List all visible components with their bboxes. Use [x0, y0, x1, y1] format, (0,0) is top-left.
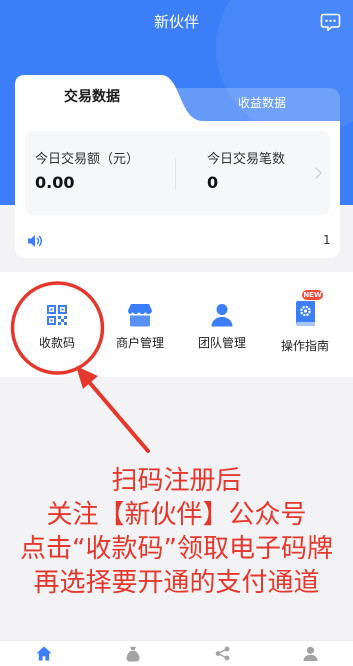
tab-label: 收益数据	[237, 96, 286, 110]
nav-profile[interactable]	[290, 641, 330, 666]
action-operation-guide[interactable]: NEW 操作指南	[265, 272, 345, 377]
new-badge: NEW	[302, 290, 323, 300]
action-team-management[interactable]: 团队管理	[182, 272, 262, 377]
stat-label-today-count: 今日交易笔数	[207, 152, 286, 167]
annotation-text: 扫码注册后 关注【新伙伴】公众号 点击“收款码”领取电子码牌 再选择要开通的支付…	[0, 464, 353, 600]
tab-transaction-data[interactable]: 交易数据	[15, 75, 205, 121]
nav-earnings[interactable]	[113, 641, 153, 666]
tab-label: 交易数据	[64, 89, 120, 105]
home-icon	[36, 646, 52, 666]
data-tabs: 收益数据 交易数据	[15, 75, 340, 121]
action-label: 收款码	[38, 336, 75, 350]
action-label: 商户管理	[115, 336, 164, 350]
annotation-line: 点击“收款码”领取电子码牌	[20, 534, 333, 564]
user-icon	[303, 646, 318, 666]
action-label: 团队管理	[197, 336, 246, 350]
stat-value-today-count: 0	[207, 173, 219, 192]
team-icon	[182, 303, 262, 327]
page-title: 新伙伴	[153, 13, 199, 31]
message-icon	[320, 13, 341, 32]
notice-text: 1	[323, 233, 331, 247]
share-icon	[215, 646, 230, 666]
annotation-line: 再选择要开通的支付通道	[33, 568, 320, 598]
bottom-nav	[0, 640, 353, 666]
stats-card: 今日交易额（元） 0.00 今日交易笔数 0 1	[15, 121, 340, 258]
chevron-right-icon	[315, 167, 322, 179]
stat-label-today-amount: 今日交易额（元）	[35, 152, 140, 167]
guide-book-icon	[265, 300, 345, 327]
arrow-shaft	[88, 381, 150, 453]
message-button[interactable]	[320, 13, 341, 32]
nav-share[interactable]	[202, 641, 242, 666]
stats-panel[interactable]: 今日交易额（元） 0.00 今日交易笔数 0	[25, 131, 330, 215]
annotation-line: 关注【新伙伴】公众号	[46, 500, 307, 530]
quick-actions: 收款码 商户管理 团队管理 NEW 操作指南	[0, 272, 353, 377]
nav-home[interactable]	[24, 641, 64, 666]
app-screen: { "header": {"title": "新伙伴", "message_ic…	[0, 0, 353, 666]
notice-bar[interactable]: 1	[25, 229, 331, 251]
stats-divider	[175, 158, 176, 190]
action-merchant-management[interactable]: 商户管理	[100, 272, 180, 377]
store-icon	[100, 303, 180, 327]
stat-value-today-amount: 0.00	[35, 173, 75, 192]
qr-code-icon	[17, 303, 97, 327]
action-payment-code[interactable]: 收款码	[17, 272, 97, 377]
speaker-icon	[27, 234, 43, 248]
annotation-line: 扫码注册后	[111, 466, 242, 496]
money-bag-icon	[126, 646, 140, 666]
action-label: 操作指南	[280, 339, 329, 353]
